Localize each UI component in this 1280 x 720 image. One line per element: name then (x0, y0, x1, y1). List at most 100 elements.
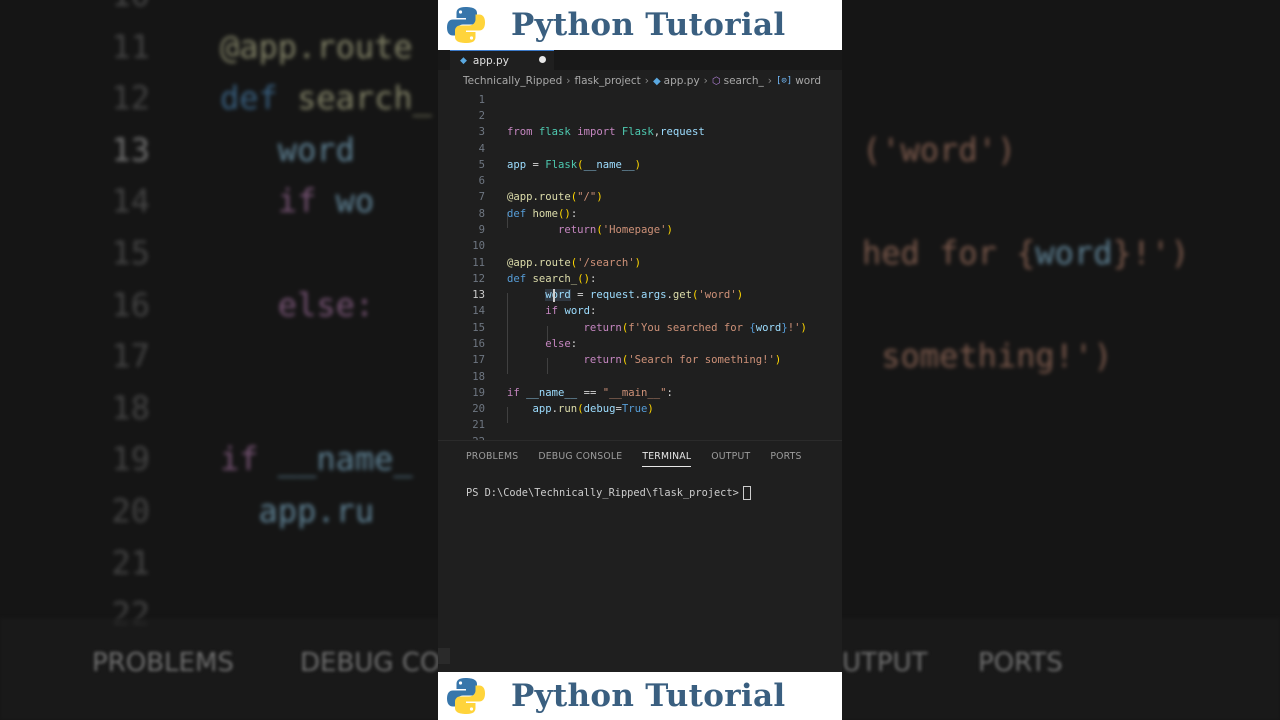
code-editor[interactable]: 1 2 3 from flask import Flask,request 4 5… (438, 90, 842, 440)
code-text: if word: (545, 305, 597, 317)
method-cube-icon: ⬡ (711, 75, 721, 87)
code-line: 8 def home(): (438, 206, 842, 222)
code-line: 11 @app.route('/search') (438, 255, 842, 271)
background-tab-output: UTPUT (842, 648, 928, 678)
tab-output[interactable]: OUTPUT (711, 451, 750, 467)
line-number: 21 (472, 419, 485, 431)
python-logo-icon (447, 7, 485, 43)
code-line: 7 @app.route("/") (438, 189, 842, 205)
line-number: 10 (472, 240, 485, 252)
code-line: 9 return('Homepage') (438, 222, 842, 238)
code-line: 4 (438, 141, 842, 157)
line-number: 2 (478, 110, 485, 122)
code-line: 3 from flask import Flask,request (438, 124, 842, 140)
variable-icon: [⊙] (775, 76, 793, 86)
code-line-active: 13 word = request.args.get('word') (438, 287, 842, 303)
terminal-prompt: PS D:\Code\Technically_Ripped\flask_proj… (466, 487, 739, 499)
code-text: word = request.args.get('word') (545, 289, 744, 301)
code-text: return(f'You searched for {word}!') (583, 322, 807, 334)
line-number: 14 (472, 305, 485, 317)
background-code-left: 10 11@app.route 12def search_ 13 word 14… (111, 0, 432, 634)
breadcrumb-item-function[interactable]: search_ (724, 75, 764, 87)
code-line: 21 (438, 417, 842, 433)
chevron-right-icon: › (767, 75, 772, 87)
line-number: 3 (478, 126, 485, 138)
line-number: 11 (472, 257, 485, 269)
breadcrumb-item-folder[interactable]: Technically_Ripped (463, 75, 562, 87)
line-number: 6 (478, 175, 485, 187)
line-number-active: 13 (472, 289, 485, 301)
tab-debug-console[interactable]: DEBUG CONSOLE (538, 451, 622, 467)
code-line: 12 def search_(): (438, 271, 842, 287)
editor-tab-bar: ◆ app.py (438, 50, 842, 70)
line-number: 8 (478, 208, 485, 220)
line-number: 18 (472, 371, 485, 383)
line-number: 12 (472, 273, 485, 285)
line-number: 17 (472, 354, 485, 366)
code-text: @app.route('/search') (507, 257, 641, 269)
code-line: 2 (438, 108, 842, 124)
top-banner: Python Tutorial (438, 0, 842, 50)
terminal-cursor (742, 486, 751, 500)
code-line: 18 (438, 369, 842, 385)
breadcrumb-item-file[interactable]: app.py (664, 75, 700, 87)
code-text: else: (545, 338, 578, 350)
python-file-icon: ◆ (460, 55, 467, 66)
chevron-right-icon: › (644, 75, 649, 87)
code-text: app.run(debug=True) (532, 403, 654, 415)
code-line: 19 if __name__ == "__main__": (438, 385, 842, 401)
line-number: 16 (472, 338, 485, 350)
code-line: 15 return(f'You searched for {word}!') (438, 320, 842, 336)
code-text: @app.route("/") (507, 191, 603, 203)
code-line: 10 (438, 238, 842, 254)
line-number: 1 (478, 94, 485, 106)
code-text: from flask import Flask,request (507, 126, 705, 138)
code-line: 6 (438, 173, 842, 189)
code-line: 16 else: (438, 336, 842, 352)
vscode-window: Python Tutorial ◆ app.py Technically_Rip… (438, 0, 842, 720)
code-line: 14 if word: (438, 303, 842, 319)
background-code-right: ('word') hed for {word}!') something!') (862, 130, 1190, 376)
banner-title: Python Tutorial (511, 678, 786, 714)
tab-app-py[interactable]: ◆ app.py (450, 50, 554, 70)
bottom-panel: PROBLEMS DEBUG CONSOLE TERMINAL OUTPUT P… (438, 440, 842, 673)
breadcrumb-item-variable[interactable]: word (795, 75, 821, 87)
chevron-right-icon: › (703, 75, 708, 87)
code-text: return('Homepage') (558, 224, 673, 236)
background-tab-problems: PROBLEMS (92, 648, 234, 678)
bottom-banner: Python Tutorial (438, 672, 842, 720)
background-tab-ports: PORTS (978, 648, 1063, 678)
code-text: if __name__ == "__main__": (507, 387, 673, 399)
line-number: 15 (472, 322, 485, 334)
code-line: 1 (438, 92, 842, 108)
chevron-right-icon: › (566, 75, 571, 87)
code-text: def search_(): (507, 273, 597, 285)
breadcrumb-item-project[interactable]: flask_project (574, 75, 640, 87)
line-number: 7 (478, 191, 485, 203)
line-number: 4 (478, 143, 485, 155)
line-number: 20 (472, 403, 485, 415)
terminal[interactable]: PS D:\Code\Technically_Ripped\flask_proj… (466, 486, 751, 500)
breadcrumb: Technically_Ripped › flask_project › ◆ a… (463, 72, 821, 90)
python-logo-icon (447, 678, 485, 714)
code-line: 20 app.run(debug=True) (438, 401, 842, 417)
panel-tabs: PROBLEMS DEBUG CONSOLE TERMINAL OUTPUT P… (466, 451, 822, 467)
banner-title: Python Tutorial (511, 7, 786, 43)
background-tab-debug: DEBUG CO (300, 648, 441, 678)
tab-terminal[interactable]: TERMINAL (642, 451, 692, 467)
line-number: 19 (472, 387, 485, 399)
code-text: def home(): (507, 208, 578, 220)
unsaved-dot-icon[interactable] (539, 56, 546, 63)
panel-sidebar-handle[interactable] (438, 648, 450, 664)
code-line: 5 app = Flask(__name__) (438, 157, 842, 173)
line-number: 9 (478, 224, 485, 236)
text-cursor (553, 289, 555, 302)
tab-ports[interactable]: PORTS (770, 451, 801, 467)
code-text: app = Flask(__name__) (507, 159, 641, 171)
tab-problems[interactable]: PROBLEMS (466, 451, 518, 467)
code-line: 17 return('Search for something!') (438, 352, 842, 368)
line-number: 5 (478, 159, 485, 171)
code-text: return('Search for something!') (583, 354, 782, 366)
tab-label: app.py (472, 54, 509, 67)
python-file-icon: ◆ (652, 75, 661, 87)
